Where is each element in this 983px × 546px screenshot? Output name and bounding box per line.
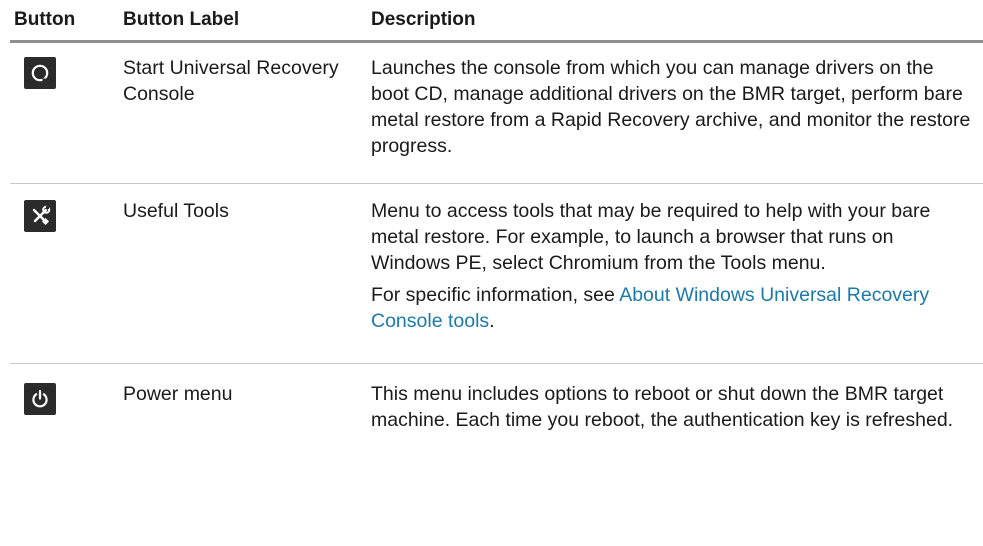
button-label: Power menu — [123, 383, 233, 405]
button-cell — [10, 184, 123, 363]
header-description: Description — [371, 9, 476, 30]
power-icon[interactable] — [24, 383, 56, 415]
description-extra-prefix: For specific information, see — [371, 284, 620, 306]
button-label: Useful Tools — [123, 200, 229, 222]
button-description: Launches the console from which you can … — [371, 43, 983, 183]
table-row: Start Universal Recovery Console Launche… — [10, 43, 983, 184]
tools-wrench-screwdriver-icon[interactable] — [24, 200, 56, 232]
button-cell — [10, 43, 123, 183]
description-text: Launches the console from which you can … — [371, 57, 971, 157]
table-row: Power menu This menu includes options to… — [10, 364, 983, 524]
console-ring-icon[interactable] — [24, 57, 56, 89]
header-button-label: Button Label — [123, 9, 240, 30]
button-label: Start Universal Recovery Console — [123, 57, 339, 105]
table-header: Button Button Label Description — [10, 0, 983, 43]
button-cell — [10, 364, 123, 524]
button-reference-table: Button Button Label Description Start Un… — [10, 0, 983, 524]
button-description: Menu to access tools that may be require… — [371, 184, 983, 363]
description-text: Menu to access tools that may be require… — [371, 200, 931, 274]
button-description: This menu includes options to reboot or … — [371, 364, 983, 524]
description-extra: For specific information, see About Wind… — [371, 282, 975, 334]
description-text: This menu includes options to reboot or … — [371, 383, 954, 431]
header-button: Button — [14, 9, 76, 30]
description-extra-suffix: . — [489, 310, 495, 332]
table-row: Useful Tools Menu to access tools that m… — [10, 184, 983, 364]
